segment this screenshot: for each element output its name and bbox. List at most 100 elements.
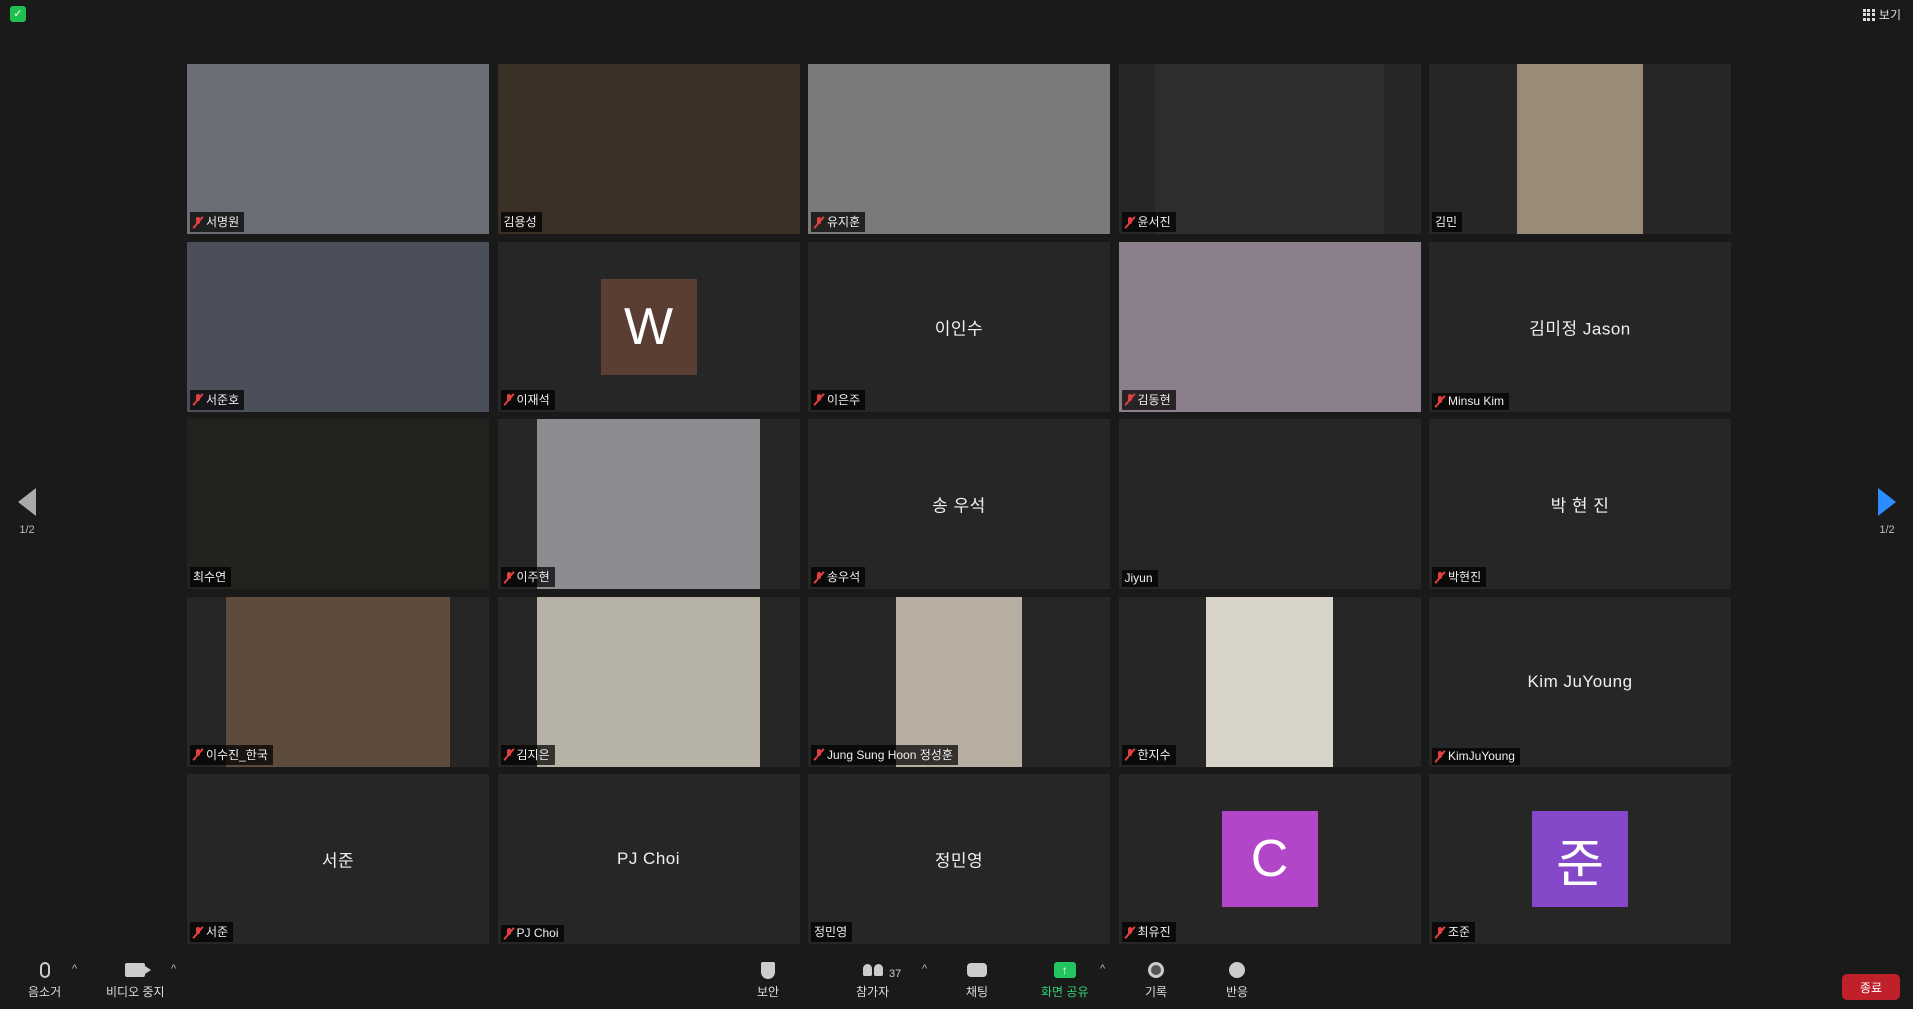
participant-tile[interactable]: C 최유진 bbox=[1118, 774, 1421, 944]
arrow-right-icon bbox=[1878, 488, 1896, 516]
participants-label: 참가자 bbox=[856, 985, 890, 999]
participant-tile[interactable]: 정민영 정민영 bbox=[808, 774, 1110, 944]
participant-tile[interactable]: 한지수 bbox=[1118, 596, 1421, 767]
muted-microphone-icon bbox=[1125, 748, 1135, 760]
participant-video bbox=[187, 241, 489, 412]
prev-page-indicator: 1/2 bbox=[19, 524, 35, 536]
participant-video bbox=[1206, 596, 1333, 767]
participant-tile[interactable]: Jung Sung Hoon 정성훈 bbox=[808, 596, 1110, 767]
participants-chevron-icon[interactable]: ^ bbox=[922, 963, 927, 975]
share-options-chevron-icon[interactable]: ^ bbox=[1100, 963, 1105, 975]
participant-name-label: 이은주 bbox=[811, 389, 866, 410]
participant-display-name: PJ Choi bbox=[616, 849, 681, 868]
grid-icon bbox=[1862, 8, 1875, 21]
participant-name: 서명원 bbox=[206, 215, 240, 229]
participant-display-name: 서준 bbox=[321, 851, 355, 871]
participant-display-name: 박 현 진 bbox=[1550, 496, 1610, 516]
chat-button[interactable]: 채팅 bbox=[966, 957, 988, 1000]
muted-microphone-icon bbox=[814, 393, 824, 405]
participant-tile[interactable]: 유지훈 bbox=[808, 64, 1110, 234]
participant-video bbox=[536, 596, 761, 767]
audio-options-chevron-icon[interactable]: ^ bbox=[72, 963, 77, 975]
participant-name-label: 이재석 bbox=[500, 389, 555, 410]
participant-tile[interactable]: 김동현 bbox=[1118, 241, 1421, 412]
muted-microphone-icon bbox=[1125, 393, 1135, 405]
participant-avatar: C bbox=[1221, 811, 1318, 907]
participant-tile[interactable]: 박 현 진 박현진 bbox=[1429, 419, 1731, 589]
participant-tile[interactable]: 이수진_한국 bbox=[187, 596, 489, 767]
participant-video bbox=[1118, 241, 1421, 412]
participant-name-label: 최수연 bbox=[190, 567, 232, 587]
participant-tile[interactable]: 이주현 bbox=[497, 419, 800, 589]
participant-name-label: Jung Sung Hoon 정성훈 bbox=[811, 744, 958, 765]
participant-tile[interactable]: 최수연 bbox=[187, 419, 489, 589]
reactions-button[interactable]: 반응 bbox=[1226, 957, 1248, 1000]
participant-tile[interactable]: 김민 bbox=[1429, 64, 1731, 234]
record-button[interactable]: 기록 bbox=[1145, 957, 1167, 1000]
participant-video bbox=[1516, 64, 1644, 234]
participant-video bbox=[187, 419, 489, 589]
muted-microphone-icon bbox=[504, 393, 514, 405]
participant-tile[interactable]: Kim JuYoung KimJuYoung bbox=[1429, 596, 1731, 767]
participant-name: 이은주 bbox=[827, 392, 861, 407]
participant-tile[interactable]: 윤서진 bbox=[1118, 64, 1421, 234]
participant-name: 이재석 bbox=[516, 392, 550, 407]
participant-tile[interactable]: 서명원 bbox=[187, 64, 489, 234]
participant-tile[interactable]: PJ Choi PJ Choi bbox=[497, 774, 800, 944]
next-page-indicator: 1/2 bbox=[1879, 524, 1895, 536]
participant-video bbox=[187, 64, 489, 234]
participant-name: 김민 bbox=[1435, 215, 1458, 229]
participant-display-name: 이인수 bbox=[934, 319, 984, 338]
participant-name: 서준 bbox=[206, 925, 229, 939]
encryption-shield-icon[interactable]: ✓ bbox=[10, 6, 26, 22]
share-screen-button[interactable]: ↑ 화면 공유 bbox=[1041, 957, 1089, 1000]
participant-tile[interactable]: 송 우석 송우석 bbox=[808, 419, 1110, 589]
video-options-chevron-icon[interactable]: ^ bbox=[171, 963, 176, 975]
participants-icon bbox=[862, 964, 883, 976]
muted-microphone-icon bbox=[814, 571, 824, 583]
security-button[interactable]: 보안 bbox=[757, 957, 779, 1000]
participant-name: 김동현 bbox=[1137, 392, 1171, 407]
participant-tile[interactable]: 김용성 bbox=[497, 64, 800, 234]
participant-tile[interactable]: Jiyun bbox=[1118, 419, 1421, 589]
participant-video bbox=[226, 596, 450, 767]
participant-name-label: Minsu Kim bbox=[1432, 392, 1510, 410]
muted-microphone-icon bbox=[1435, 926, 1445, 938]
mute-label: 음소거 bbox=[28, 985, 62, 999]
participant-avatar: 준 bbox=[1532, 811, 1628, 907]
participant-tile[interactable]: 이인수이은주 bbox=[808, 241, 1110, 412]
muted-microphone-icon bbox=[1435, 395, 1445, 407]
participant-name-label: 정민영 bbox=[811, 922, 853, 942]
participant-tile[interactable]: W 이재석 bbox=[497, 241, 800, 412]
participant-tile[interactable]: 김미정 Jason Minsu Kim bbox=[1429, 241, 1731, 412]
muted-microphone-icon bbox=[814, 748, 824, 760]
participant-name: 김지은 bbox=[516, 747, 550, 762]
muted-microphone-icon bbox=[193, 393, 203, 405]
participants-button[interactable]: 참가자 bbox=[856, 957, 889, 1000]
stop-video-button[interactable]: 비디오 중지 bbox=[106, 957, 165, 1000]
participant-tile[interactable]: 준조준 bbox=[1429, 774, 1731, 944]
participant-tile[interactable]: 서준호 bbox=[187, 241, 489, 412]
top-bar: ✓ 보기 bbox=[0, 0, 1913, 30]
participant-name: 조준 bbox=[1448, 925, 1471, 939]
video-grid: 서명원 김용성 유지훈 윤서진 김민 서준호 W 이재석 이인수 이은주 김동현 김미정 Jason M… bbox=[187, 64, 1731, 944]
prev-page-button[interactable]: 1/2 bbox=[9, 488, 45, 536]
participant-name-label: 김민 bbox=[1432, 212, 1463, 232]
mute-button[interactable]: 음소거 bbox=[28, 957, 61, 1000]
participant-name-label: 조준 bbox=[1432, 922, 1476, 942]
participant-tile[interactable]: 서준 서준 bbox=[187, 774, 489, 944]
participant-name-label: 유지훈 bbox=[811, 212, 866, 232]
next-page-button[interactable]: 1/2 bbox=[1869, 488, 1905, 536]
participant-name-label: 이주현 bbox=[500, 567, 555, 587]
muted-microphone-icon bbox=[1125, 216, 1135, 228]
participant-name: 이주현 bbox=[516, 570, 550, 584]
chat-bubble-icon bbox=[967, 963, 988, 977]
participant-name-label: 한지수 bbox=[1121, 744, 1176, 765]
view-button[interactable]: 보기 bbox=[1862, 6, 1901, 23]
participant-tile[interactable]: 김지은 bbox=[497, 596, 800, 767]
muted-microphone-icon bbox=[504, 571, 514, 583]
muted-microphone-icon bbox=[193, 216, 203, 228]
participants-count-badge: 37 bbox=[889, 968, 902, 980]
participant-display-name: 정민영 bbox=[934, 851, 984, 871]
end-meeting-button[interactable]: 종료 bbox=[1842, 974, 1900, 1000]
